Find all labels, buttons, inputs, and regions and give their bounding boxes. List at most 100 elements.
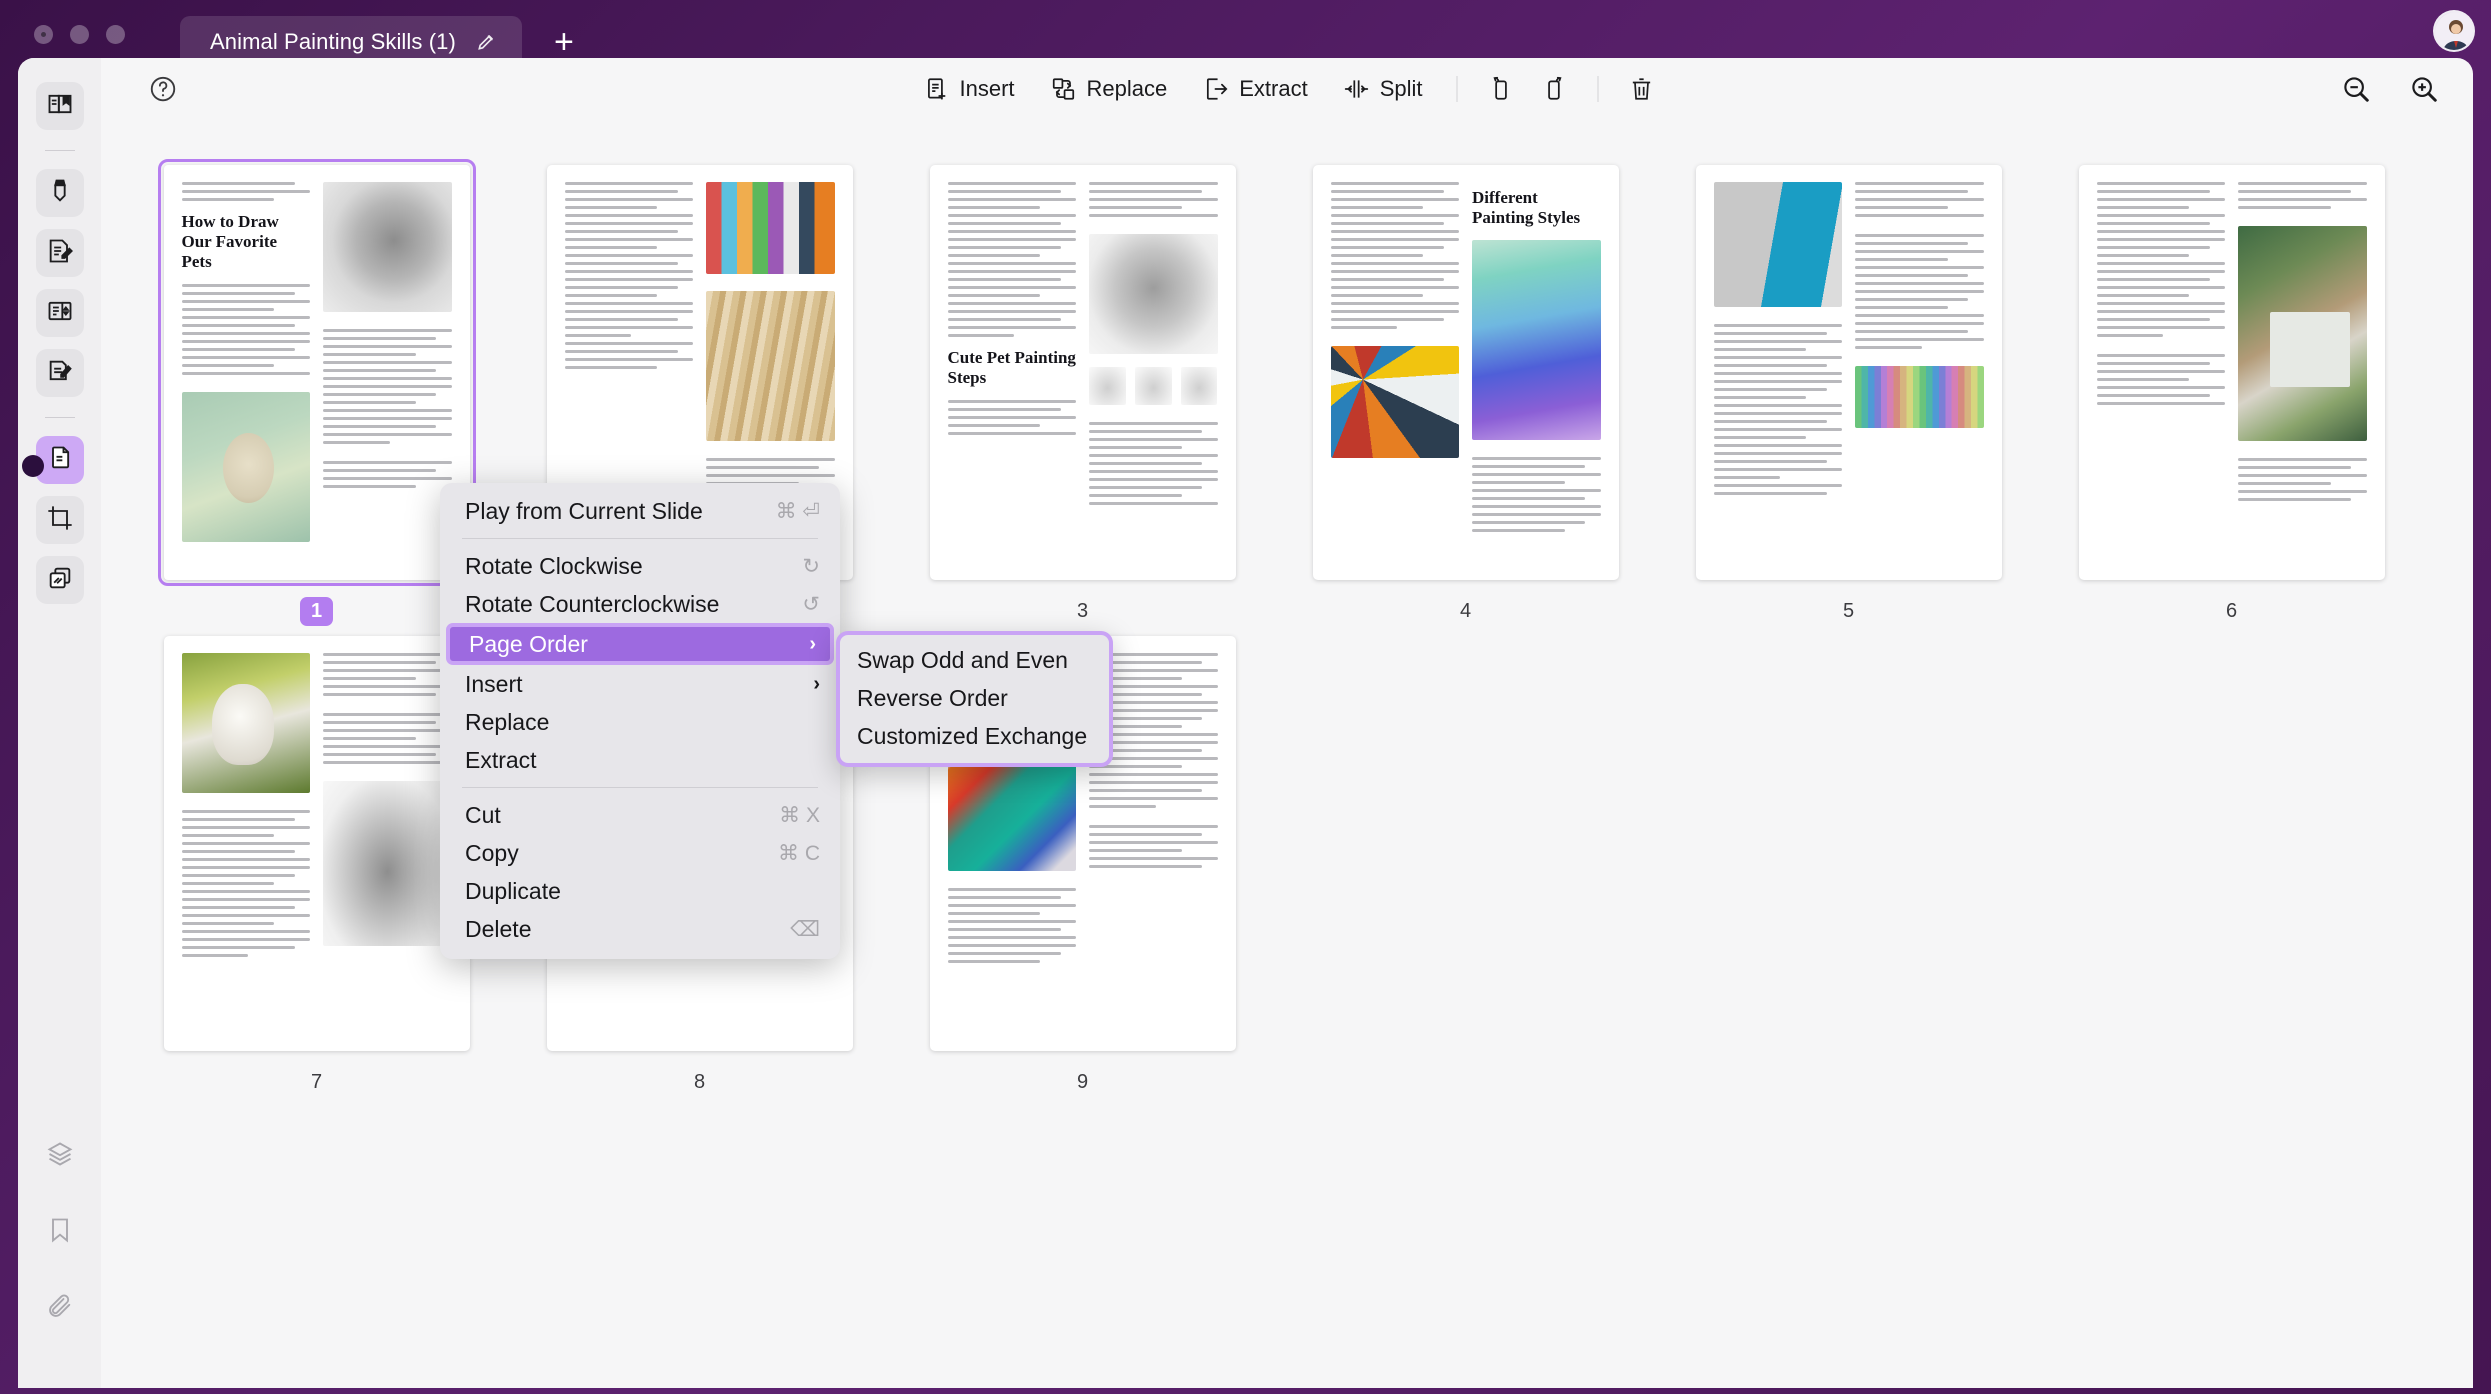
page-thumbnail-5[interactable] [1695, 165, 2002, 580]
page-cell-6[interactable]: 6 [2040, 165, 2423, 626]
page-number-9: 9 [1076, 1071, 1089, 1093]
menu-item-play-from-current-slide[interactable]: Play from Current Slide ⌘ ⏎ [440, 492, 840, 530]
menu-item-extract[interactable]: Extract [440, 741, 840, 779]
page-7-rabbit-photo [181, 653, 310, 793]
chevron-right-icon: › [813, 672, 820, 695]
sidebar-item-bookmarks[interactable] [36, 1208, 84, 1256]
maximize-button[interactable] [106, 24, 125, 44]
page-2-brushes-photo [706, 291, 835, 441]
close-button[interactable] [34, 24, 53, 44]
rotate-counterclockwise-icon: ↺ [802, 592, 820, 616]
menu-item-label: Cut [465, 801, 501, 828]
submenu-item-label: Customized Exchange [857, 722, 1088, 749]
page-thumbnail-1[interactable]: How to Draw Our Favorite Pets [157, 159, 476, 586]
page-number-1: 1 [299, 597, 334, 626]
form-fields-icon [46, 297, 74, 330]
rotate-clockwise-icon [1542, 76, 1568, 102]
menu-item-page-order[interactable]: Page Order › [446, 623, 834, 665]
menu-item-shortcut: ⌘ ⏎ [775, 499, 820, 523]
menu-item-insert[interactable]: Insert › [440, 665, 840, 703]
zoom-out-icon[interactable] [2341, 74, 2371, 104]
extract-button-label: Extract [1239, 76, 1308, 101]
split-button[interactable]: Split [1328, 68, 1439, 110]
page-3-heading: Cute Pet Painting Steps [947, 348, 1076, 388]
menu-item-replace[interactable]: Replace [440, 703, 840, 741]
menu-item-shortcut: ⌘ C [778, 841, 820, 865]
page-3-mini-sketch [1089, 367, 1126, 405]
sidebar-divider-1 [44, 150, 75, 151]
page-4-paint-buckets-photo [1330, 346, 1459, 458]
sidebar-item-layers[interactable] [36, 1132, 84, 1180]
page-thumbnail-3[interactable]: Cute Pet Painting Steps [929, 165, 1236, 580]
menu-item-label: Page Order [469, 630, 588, 657]
page-cell-3[interactable]: Cute Pet Painting Steps 3 [891, 165, 1274, 626]
menu-item-rotate-clockwise[interactable]: Rotate Clockwise ↻ [440, 547, 840, 585]
page-cell-4[interactable]: Different Painting Styles 4 [1274, 165, 1657, 626]
submenu-item-swap-odd-and-even[interactable]: Swap Odd and Even [840, 641, 1109, 679]
page-cell-5[interactable]: 5 [1657, 165, 2040, 626]
sidebar-item-attachments[interactable] [36, 1284, 84, 1332]
page-order-submenu: Swap Odd and Even Reverse Order Customiz… [836, 631, 1113, 767]
sidebar-item-form[interactable] [35, 289, 84, 337]
book-reader-icon [46, 90, 74, 123]
delete-button[interactable] [1617, 68, 1667, 110]
page-5-colored-pencils-photo [1855, 366, 1984, 428]
page-toolbar: Insert Replace Extract Split [101, 58, 2473, 120]
replace-button[interactable]: Replace [1035, 68, 1184, 110]
submenu-item-reverse-order[interactable]: Reverse Order [840, 679, 1109, 717]
page-5-elephant-photo [1713, 182, 1842, 307]
sidebar-item-highlight[interactable] [35, 169, 84, 217]
sidebar-bottom-group [36, 1132, 84, 1388]
rotate-counterclockwise-button[interactable] [1476, 68, 1526, 110]
page-4-heading: Different Painting Styles [1472, 188, 1581, 228]
sidebar-divider-2 [44, 417, 75, 418]
menu-item-rotate-counterclockwise[interactable]: Rotate Counterclockwise ↺ [440, 585, 840, 623]
avatar[interactable] [2433, 10, 2475, 52]
rotate-clockwise-icon: ↻ [802, 554, 820, 578]
left-sidebar [18, 58, 101, 1388]
zoom-in-icon[interactable] [2409, 74, 2439, 104]
page-number-4: 4 [1459, 600, 1472, 622]
page-2-palette-photo [706, 182, 835, 274]
rotate-clockwise-button[interactable] [1530, 68, 1580, 110]
replace-page-icon [1051, 76, 1077, 102]
page-4-watercolor-image [1472, 240, 1601, 441]
signature-icon [46, 357, 74, 390]
sidebar-item-background[interactable] [35, 556, 84, 604]
page-thumbnail-7[interactable] [163, 636, 470, 1051]
submenu-item-label: Reverse Order [857, 684, 1008, 711]
page-6-plants-photo [2238, 226, 2367, 441]
menu-item-duplicate[interactable]: Duplicate [440, 872, 840, 910]
sidebar-item-reader[interactable] [35, 82, 84, 130]
submenu-item-customized-exchange[interactable]: Customized Exchange [840, 717, 1109, 755]
rotate-counterclockwise-icon [1488, 76, 1514, 102]
menu-item-label: Replace [465, 708, 550, 735]
page-3-sketch-row [1089, 367, 1218, 405]
extract-page-icon [1203, 76, 1229, 102]
menu-item-copy[interactable]: Copy ⌘ C [440, 834, 840, 872]
new-tab-button[interactable]: + [546, 25, 582, 59]
menu-item-cut[interactable]: Cut ⌘ X [440, 796, 840, 834]
page-thumbnail-6[interactable] [2078, 165, 2385, 580]
insert-button-label: Insert [959, 76, 1015, 101]
question-mark-icon[interactable] [148, 74, 178, 104]
menu-separator [462, 538, 818, 539]
toolbar-actions: Insert Replace Extract Split [907, 68, 1666, 110]
sidebar-item-edit-text[interactable] [35, 229, 84, 277]
page-number-3: 3 [1076, 600, 1089, 622]
extract-button[interactable]: Extract [1187, 68, 1323, 110]
layers-icon [46, 1140, 74, 1173]
insert-button[interactable]: Insert [907, 68, 1030, 110]
menu-item-delete[interactable]: Delete ⌫ [440, 910, 840, 948]
page-number-8: 8 [693, 1071, 706, 1093]
sidebar-item-crop[interactable] [35, 496, 84, 544]
menu-item-label: Rotate Clockwise [465, 552, 643, 579]
minimize-button[interactable] [70, 24, 89, 44]
page-thumbnail-4[interactable]: Different Painting Styles [1312, 165, 1619, 580]
menu-item-label: Delete [465, 915, 532, 942]
page-number-6: 6 [2225, 600, 2238, 622]
menu-item-label: Insert [465, 670, 523, 697]
main-window: Insert Replace Extract Split How to Draw… [18, 58, 2473, 1388]
pencil-icon[interactable] [476, 32, 496, 52]
sidebar-item-sign[interactable] [35, 349, 84, 397]
